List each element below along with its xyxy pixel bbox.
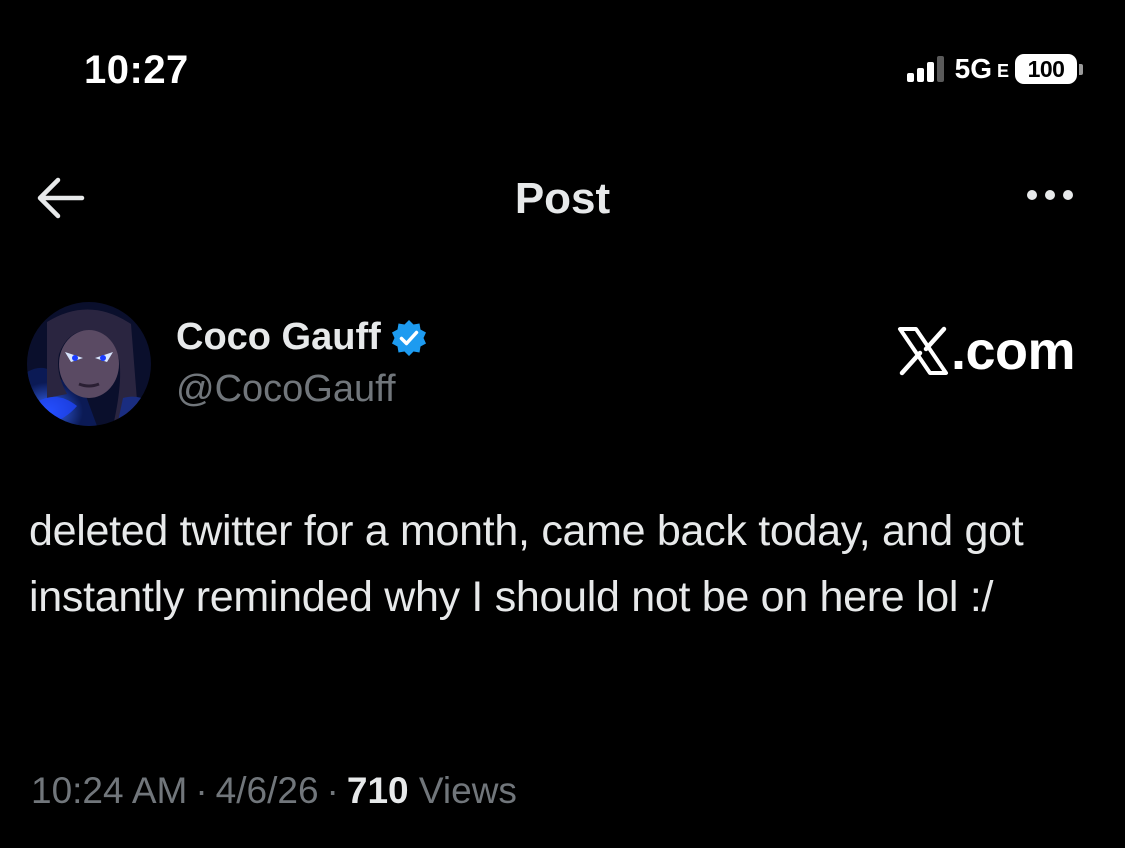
network-type-sub: E xyxy=(996,60,1009,81)
author-name[interactable]: Coco Gauff xyxy=(176,316,381,359)
network-type: 5G xyxy=(954,53,992,84)
meta-separator: · xyxy=(195,770,208,811)
post-text: deleted twitter for a month, came back t… xyxy=(29,507,1024,621)
post-time: 10:24 AM xyxy=(31,770,188,811)
post-meta: 10:24 AM · 4/6/26 · 710 Views xyxy=(31,770,517,812)
author-handle[interactable]: @CocoGauff xyxy=(176,368,396,411)
x-logo-icon xyxy=(897,326,948,376)
status-time: 10:27 xyxy=(84,48,189,92)
cellular-signal-icon xyxy=(906,56,947,82)
more-options-button[interactable] xyxy=(1019,190,1073,200)
views-label[interactable]: Views xyxy=(419,770,517,811)
watermark-text: .com xyxy=(950,321,1076,381)
post-date: 4/6/26 xyxy=(215,770,319,811)
verified-badge-icon xyxy=(391,319,426,356)
meta-separator: · xyxy=(326,770,339,811)
x-com-watermark: .com xyxy=(897,320,1076,382)
battery-cap xyxy=(1079,63,1083,75)
ellipsis-icon xyxy=(1027,190,1037,200)
page-title: Post xyxy=(514,174,611,223)
battery-icon: 100 xyxy=(1015,54,1077,84)
battery-level: 100 xyxy=(1027,55,1065,82)
status-indicators: 5G E 100 xyxy=(906,52,1083,86)
avatar-image xyxy=(27,302,151,426)
views-count[interactable]: 710 xyxy=(347,770,409,811)
avatar[interactable] xyxy=(27,302,151,426)
author-name-row[interactable]: Coco Gauff xyxy=(176,316,429,359)
